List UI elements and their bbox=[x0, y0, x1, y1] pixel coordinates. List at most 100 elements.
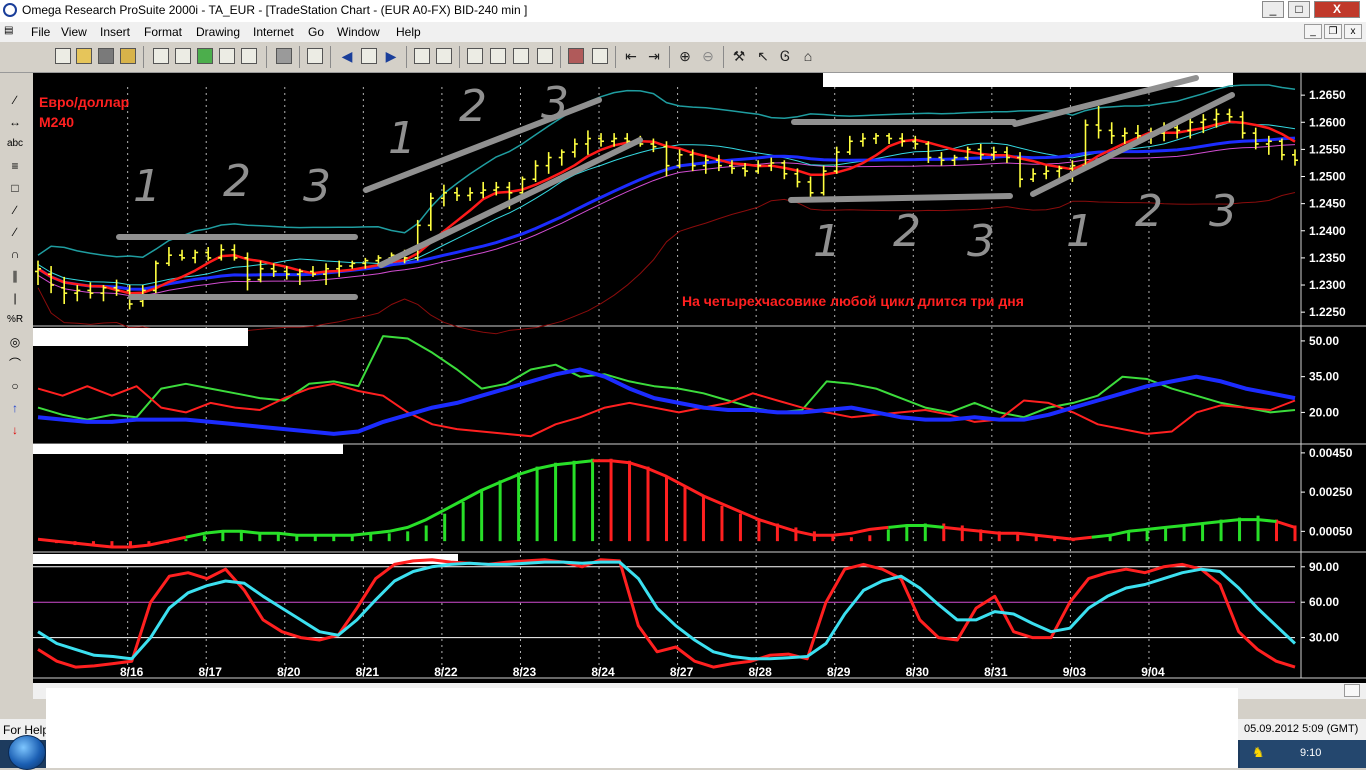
maximize-button[interactable]: □ bbox=[1288, 1, 1310, 18]
menu-window[interactable]: Window bbox=[337, 25, 380, 39]
curve-icon[interactable]: ⌒ bbox=[5, 355, 25, 373]
vertical-line-icon[interactable]: | bbox=[5, 289, 25, 307]
edit-icon[interactable] bbox=[219, 48, 235, 64]
table-icon[interactable] bbox=[537, 48, 553, 64]
mdi-restore-button[interactable]: ❐ bbox=[1324, 24, 1342, 39]
menu-file[interactable]: File bbox=[31, 25, 50, 39]
layout-icon[interactable] bbox=[361, 48, 377, 64]
text-tool-icon[interactable]: abc bbox=[5, 135, 25, 153]
window-icon[interactable] bbox=[490, 48, 506, 64]
down-arrow-icon[interactable]: ↓ bbox=[5, 421, 25, 439]
app-icon bbox=[3, 3, 17, 17]
ellipse-icon[interactable]: ○ bbox=[5, 377, 25, 395]
date-label: 8/23 bbox=[513, 665, 537, 679]
pointer-icon[interactable]: ↖ bbox=[755, 48, 771, 64]
date-label: 8/21 bbox=[356, 665, 380, 679]
date-label: 8/29 bbox=[827, 665, 851, 679]
macd-pane bbox=[33, 444, 1297, 549]
timeframe-label: M240 bbox=[39, 114, 74, 130]
dmi-tick-label: 50.00 bbox=[1309, 334, 1339, 348]
save-all-icon[interactable] bbox=[98, 48, 114, 64]
price-tick-label: 1.2550 bbox=[1309, 142, 1346, 156]
tray-app-icon[interactable]: ♞ bbox=[1252, 744, 1265, 761]
cycle-digit: 2 bbox=[459, 81, 487, 132]
format-icon[interactable] bbox=[568, 48, 584, 64]
cycle-digit: 3 bbox=[1209, 186, 1237, 237]
close-button[interactable]: X bbox=[1314, 1, 1360, 18]
start-button[interactable] bbox=[8, 735, 46, 770]
cursor-text-icon[interactable]: Ꮆ bbox=[777, 48, 793, 64]
zoom-out-icon[interactable]: ⊖ bbox=[700, 48, 716, 64]
menu-go[interactable]: Go bbox=[308, 25, 324, 39]
chart-icon[interactable] bbox=[175, 48, 191, 64]
hat-icon[interactable]: ⌂ bbox=[800, 48, 816, 64]
horizontal-lines-icon[interactable]: ≡ bbox=[5, 157, 25, 175]
up-arrow-icon[interactable]: ↑ bbox=[5, 399, 25, 417]
scan-icon[interactable] bbox=[241, 48, 257, 64]
document-icon[interactable]: ▤ bbox=[4, 25, 13, 36]
prev-bar-icon[interactable]: ⇤ bbox=[623, 48, 639, 64]
hammer-icon[interactable]: ⚒ bbox=[731, 48, 747, 64]
horizontal-arrow-icon[interactable]: ↔ bbox=[5, 113, 25, 131]
fibonacci-icon[interactable]: ∕ bbox=[5, 201, 25, 219]
vertical-lines-icon[interactable]: ∥ bbox=[5, 267, 25, 285]
chart-area[interactable]: Евро/доллар M240 На четырехчасовике любой … bbox=[33, 73, 1366, 683]
minimize-button[interactable]: _ bbox=[1262, 1, 1284, 18]
menu-format[interactable]: Format bbox=[144, 25, 182, 39]
menu-insert[interactable]: Insert bbox=[100, 25, 130, 39]
stoch-header-box bbox=[33, 554, 458, 564]
insert-chart-icon[interactable] bbox=[414, 48, 430, 64]
taskbar-overlay bbox=[46, 688, 1238, 768]
gann-fan-icon[interactable]: ∕ bbox=[5, 223, 25, 241]
cycle-digit: 2 bbox=[893, 206, 921, 257]
new-document-icon[interactable] bbox=[55, 48, 71, 64]
menu-bar: ▤ File View Insert Format Drawing Intern… bbox=[0, 22, 1366, 42]
grid-icon[interactable] bbox=[467, 48, 483, 64]
mdi-minimize-button[interactable]: _ bbox=[1304, 24, 1322, 39]
macd-signal-line-up bbox=[185, 459, 593, 539]
back-icon[interactable]: ◀ bbox=[339, 48, 355, 64]
zoom-in-icon[interactable]: ⊕ bbox=[677, 48, 693, 64]
forward-icon[interactable]: ▶ bbox=[383, 48, 399, 64]
menu-view[interactable]: View bbox=[61, 25, 87, 39]
percent-r-icon[interactable]: %R bbox=[5, 311, 25, 329]
mdi-close-button[interactable]: x bbox=[1344, 24, 1362, 39]
settings-icon[interactable] bbox=[592, 48, 608, 64]
open-folder-icon[interactable] bbox=[76, 48, 92, 64]
trendline-icon[interactable]: ∕ bbox=[5, 91, 25, 109]
dmi-tick-label: 20.00 bbox=[1309, 405, 1339, 419]
insert-study-icon[interactable] bbox=[436, 48, 452, 64]
tray-clock: 9:10 bbox=[1300, 747, 1322, 759]
macd-tick-label: 0.00050 bbox=[1309, 524, 1353, 538]
menu-help[interactable]: Help bbox=[396, 25, 421, 39]
macd-tick-label: 0.00450 bbox=[1309, 446, 1353, 460]
rectangle-icon[interactable]: □ bbox=[5, 179, 25, 197]
menu-internet[interactable]: Internet bbox=[253, 25, 294, 39]
next-bar-icon[interactable]: ⇥ bbox=[646, 48, 662, 64]
price-tick-label: 1.2600 bbox=[1309, 115, 1346, 129]
menu-drawing[interactable]: Drawing bbox=[196, 25, 240, 39]
date-label: 8/27 bbox=[670, 665, 694, 679]
dmi-plus-line bbox=[37, 335, 1296, 421]
date-label: 9/04 bbox=[1141, 665, 1165, 679]
lower-band-line bbox=[37, 192, 1296, 335]
cycle-digit: 1 bbox=[388, 113, 416, 164]
toolbar-separator bbox=[330, 46, 331, 68]
arc-icon[interactable]: ∩ bbox=[5, 245, 25, 263]
print-icon[interactable] bbox=[276, 48, 292, 64]
date-label: 8/17 bbox=[199, 665, 223, 679]
toolbar-separator bbox=[615, 46, 616, 68]
adx-line bbox=[37, 367, 1296, 436]
open-workspace-icon[interactable] bbox=[120, 48, 136, 64]
window-title: Omega Research ProSuite 2000i - TA_EUR -… bbox=[22, 3, 528, 17]
record-icon[interactable] bbox=[197, 48, 213, 64]
tile-icon[interactable] bbox=[513, 48, 529, 64]
spiral-icon[interactable]: ◎ bbox=[5, 333, 25, 351]
trend-line-drawing bbox=[378, 137, 643, 268]
toolbar-separator bbox=[459, 46, 460, 68]
scroll-thumb[interactable] bbox=[1344, 684, 1360, 697]
chart-svg[interactable]: Евро/доллар M240 На четырехчасовике любой … bbox=[33, 73, 1366, 683]
properties-icon[interactable] bbox=[307, 48, 323, 64]
print-preview-icon[interactable] bbox=[153, 48, 169, 64]
toolbar-separator bbox=[669, 46, 670, 68]
